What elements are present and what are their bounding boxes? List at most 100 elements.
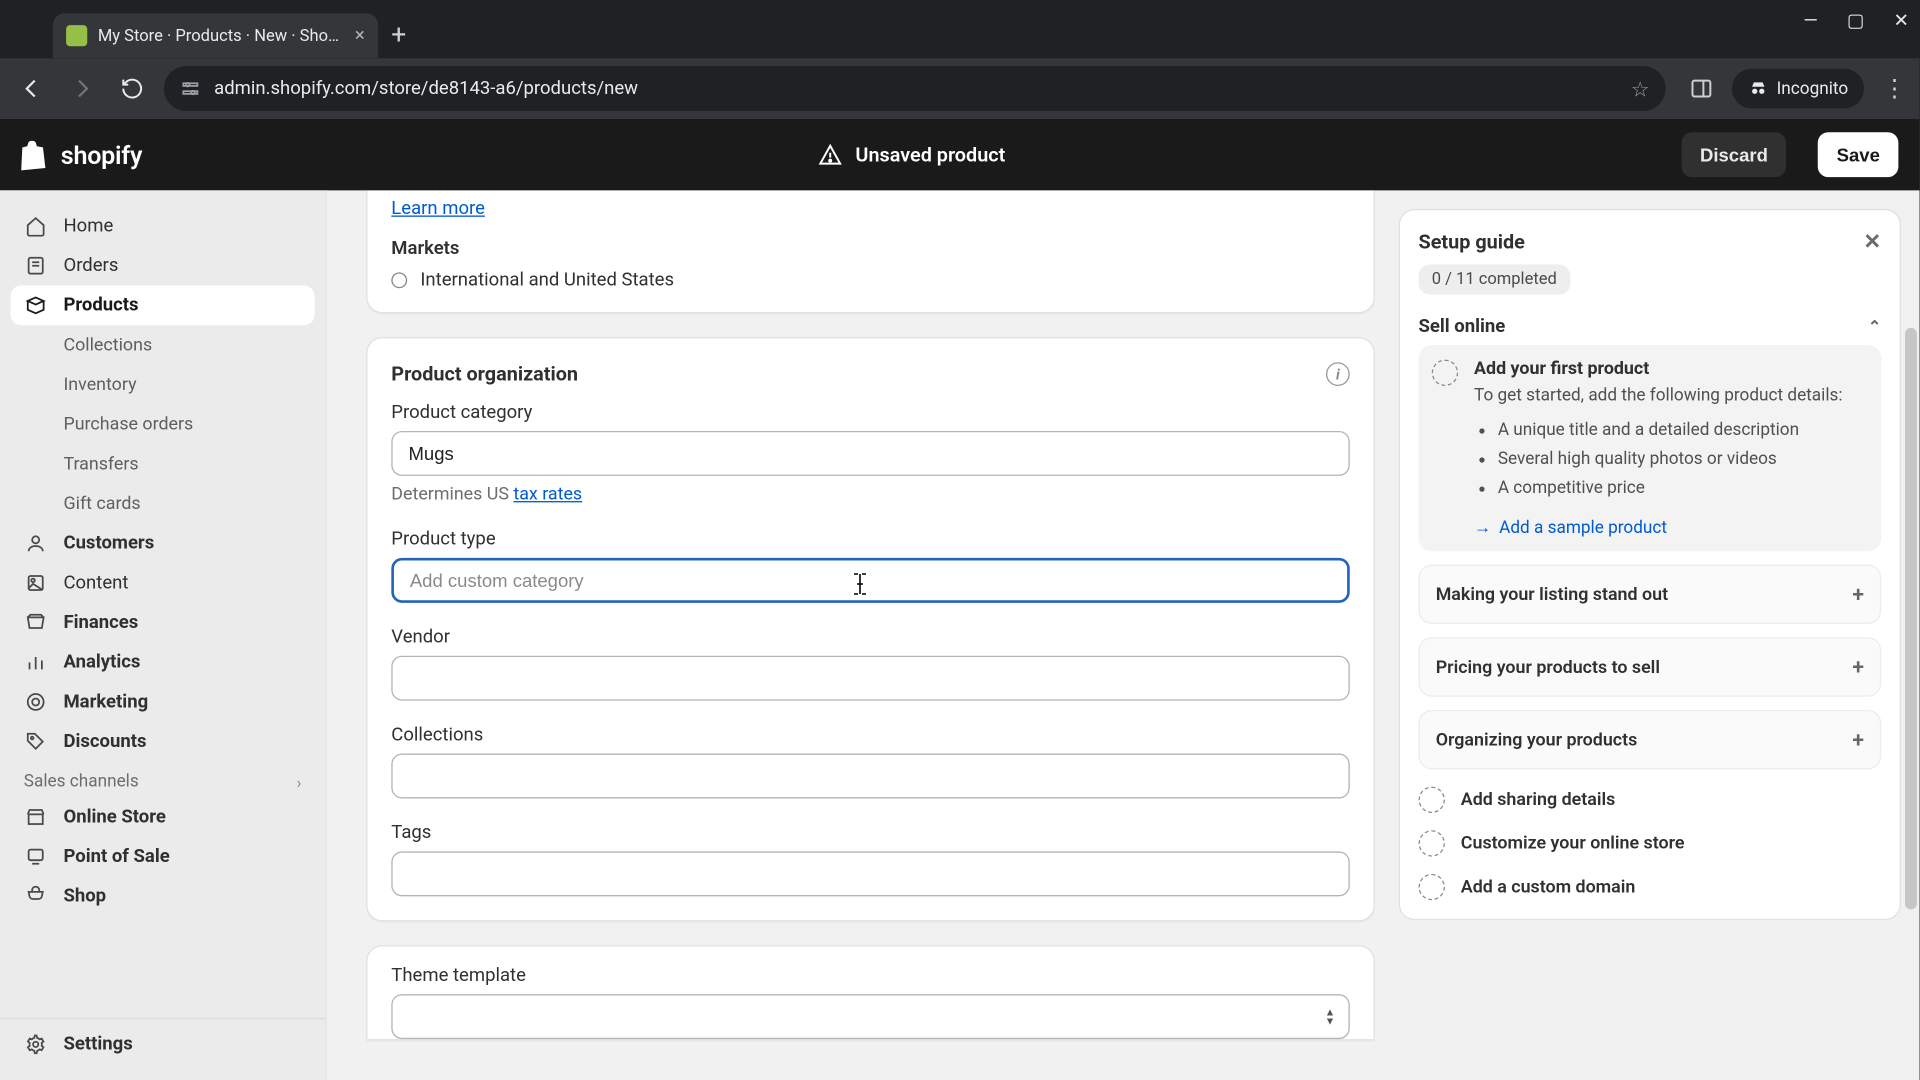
guide-step-sharing[interactable]: Add sharing details [1419, 786, 1882, 814]
chevron-up-icon: ⌃ [1868, 317, 1881, 336]
product-type-input[interactable] [391, 558, 1349, 603]
market-row: International and United States [391, 270, 1349, 291]
sidebar-sub-inventory[interactable]: Inventory [11, 365, 315, 405]
sidebar-label: Customers [63, 533, 154, 554]
sell-online-section[interactable]: Sell online ⌃ [1419, 316, 1882, 337]
sidebar-label: Discounts [63, 731, 146, 752]
window-maximize-icon[interactable]: ▢ [1847, 11, 1864, 32]
guide-collapsed-listing[interactable]: Making your listing stand out+ [1419, 565, 1882, 624]
close-guide-icon[interactable]: ✕ [1863, 229, 1881, 254]
sidebar-item-orders[interactable]: Orders [11, 246, 315, 286]
browser-back-button[interactable] [13, 70, 50, 107]
warning-icon [818, 143, 842, 167]
sidebar-label: Finances [63, 612, 138, 633]
plus-icon: + [1852, 655, 1864, 680]
shopify-logo[interactable]: shopify [21, 139, 142, 171]
sidebar-sub-purchase-orders[interactable]: Purchase orders [11, 405, 315, 445]
product-category-input[interactable] [391, 431, 1349, 476]
tab-title: My Store · Products · New · Sho… [98, 26, 339, 46]
sidebar-item-products[interactable]: Products [11, 286, 315, 326]
close-tab-icon[interactable]: × [355, 25, 365, 46]
sidebar-item-customers[interactable]: Customers [11, 524, 315, 564]
sidebar-item-online-store[interactable]: Online Store [11, 797, 315, 837]
brand-text: shopify [61, 139, 142, 169]
guide-step-custom-domain[interactable]: Add a custom domain [1419, 873, 1882, 901]
side-panel-icon[interactable] [1689, 77, 1713, 101]
collections-label: Collections [391, 724, 1349, 745]
theme-template-select[interactable]: ▲▼ [391, 994, 1349, 1039]
bookmark-star-icon[interactable]: ☆ [1631, 76, 1650, 101]
tags-label: Tags [391, 822, 1349, 843]
guide-step-add-product[interactable]: Add your first product To get started, a… [1419, 345, 1882, 552]
sidebar-item-discounts[interactable]: Discounts [11, 722, 315, 762]
sidebar-label: Online Store [63, 806, 165, 827]
content-icon [24, 572, 48, 593]
add-sample-product-link[interactable]: → Add a sample product [1474, 518, 1667, 539]
url-bar[interactable]: admin.shopify.com/store/de8143-a6/produc… [164, 66, 1666, 111]
info-icon[interactable]: i [1326, 362, 1350, 386]
window-close-icon[interactable]: ✕ [1893, 11, 1909, 32]
sidebar-label: Shop [63, 886, 106, 907]
marketing-icon [24, 691, 48, 712]
chrome-menu-icon[interactable]: ⋮ [1883, 75, 1907, 103]
sidebar-item-marketing[interactable]: Marketing [11, 682, 315, 722]
sidebar-item-finances[interactable]: Finances [11, 603, 315, 643]
sidebar-label: Content [63, 572, 128, 593]
discounts-icon [24, 731, 48, 752]
step-title: Add your first product [1474, 358, 1843, 379]
sidebar-label: Orders [63, 255, 118, 276]
setup-guide-title: Setup guide [1419, 229, 1525, 253]
sidebar-label: Settings [63, 1034, 132, 1055]
incognito-icon [1748, 78, 1769, 99]
learn-more-link[interactable]: Learn more [391, 190, 485, 230]
sidebar-label: Point of Sale [63, 846, 169, 867]
admin-sidebar: Home Orders Products Collections Invento… [0, 190, 327, 1080]
online-store-icon [24, 806, 48, 827]
browser-reload-button[interactable] [114, 70, 151, 107]
setup-guide-card: Setup guide ✕ 0 / 11 completed Sell onli… [1399, 209, 1901, 921]
market-name: International and United States [420, 270, 674, 291]
sidebar-sub-gift-cards[interactable]: Gift cards [11, 484, 315, 524]
select-stepper-icon: ▲▼ [1325, 1007, 1335, 1026]
sidebar-item-analytics[interactable]: Analytics [11, 642, 315, 682]
sidebar-item-pos[interactable]: Point of Sale [11, 837, 315, 877]
sidebar-sub-transfers[interactable]: Transfers [11, 444, 315, 484]
sidebar-label: Marketing [63, 691, 148, 712]
tax-helper: Determines US tax rates [391, 484, 1349, 505]
plus-icon: + [1852, 728, 1864, 753]
vendor-label: Vendor [391, 627, 1349, 648]
customers-icon [24, 533, 48, 554]
save-button[interactable]: Save [1818, 132, 1898, 177]
sidebar-sub-collections[interactable]: Collections [11, 325, 315, 365]
window-minimize-icon[interactable]: — [1803, 11, 1817, 32]
browser-forward-button [63, 70, 100, 107]
sidebar-item-home[interactable]: Home [11, 206, 315, 246]
guide-scrollbar[interactable] [1901, 209, 1920, 1080]
incognito-indicator[interactable]: Incognito [1732, 69, 1864, 109]
sidebar-item-shop[interactable]: Shop [11, 876, 315, 916]
site-settings-icon[interactable] [180, 78, 201, 99]
step-status-icon [1419, 787, 1445, 813]
sidebar-item-settings[interactable]: Settings [11, 1025, 315, 1065]
step-status-icon [1432, 360, 1458, 386]
sidebar-item-content[interactable]: Content [11, 563, 315, 603]
guide-collapsed-pricing[interactable]: Pricing your products to sell+ [1419, 638, 1882, 697]
status-ring-icon [391, 272, 407, 288]
incognito-label: Incognito [1777, 79, 1849, 99]
sales-channels-header[interactable]: Sales channels › [11, 761, 315, 797]
tags-input[interactable] [391, 851, 1349, 896]
step-bullet: A competitive price [1498, 475, 1843, 504]
theme-template-label: Theme template [391, 965, 1349, 986]
new-tab-button[interactable]: + [391, 19, 406, 51]
progress-pill: 0 / 11 completed [1419, 264, 1571, 294]
step-status-icon [1419, 874, 1445, 900]
discard-button[interactable]: Discard [1682, 132, 1787, 177]
collections-input[interactable] [391, 754, 1349, 799]
guide-collapsed-organizing[interactable]: Organizing your products+ [1419, 711, 1882, 770]
tax-rates-link[interactable]: tax rates [513, 484, 582, 505]
product-organization-card: Product organization i Product category … [366, 337, 1375, 921]
browser-tab[interactable]: My Store · Products · New · Sho… × [53, 13, 378, 58]
product-type-label: Product type [391, 529, 1349, 550]
guide-step-customize-store[interactable]: Customize your online store [1419, 830, 1882, 858]
vendor-input[interactable] [391, 656, 1349, 701]
